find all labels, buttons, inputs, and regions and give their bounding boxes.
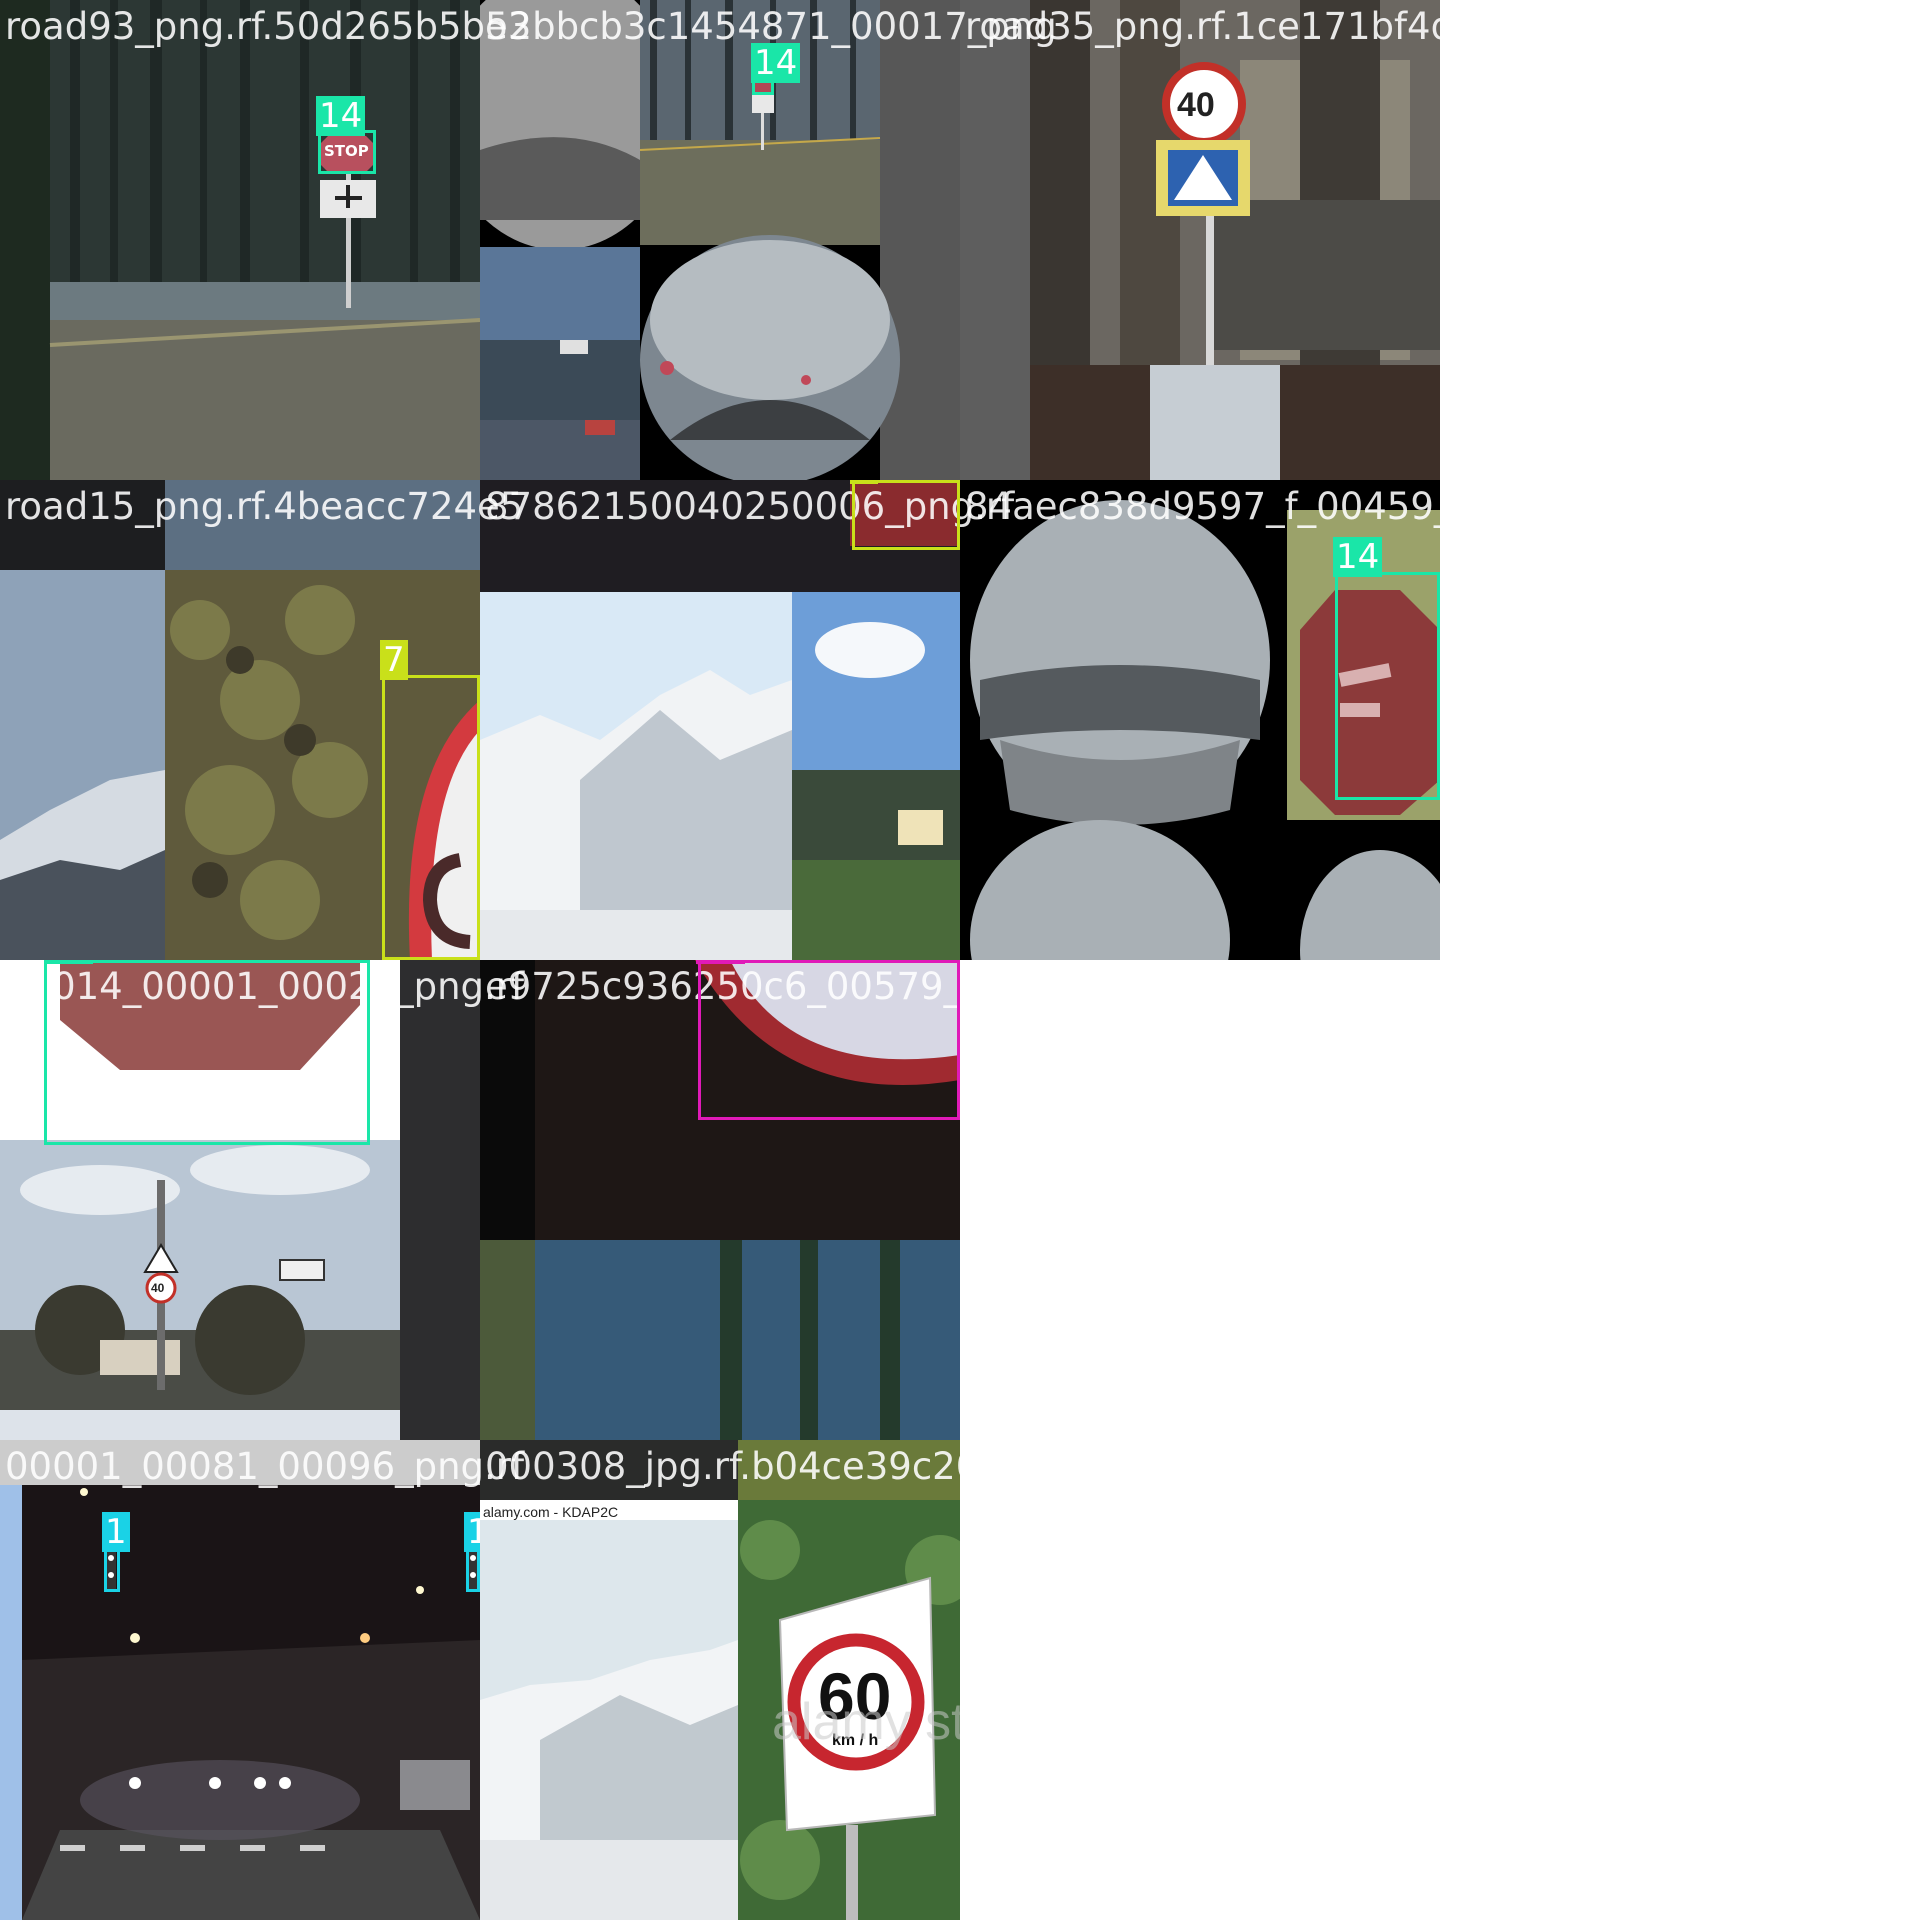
detection-class-tag: 7 <box>850 480 878 484</box>
tile-filename-label: 000308_jpg.rf.b04ce39c20d070ec930778296 <box>485 1445 1329 1488</box>
tile-filename-label: 84aec838d9597_f_00459_png.rf.b605e69dbf7 <box>965 485 1820 528</box>
tile-filename-label: road35_png.rf.1ce171bf4d2f92696204e25c9 <box>965 5 1793 48</box>
detection-class-tag: 14 <box>44 960 94 964</box>
mosaic-tile: 1 1 <box>0 1440 480 1920</box>
mosaic-tile: 40 <box>960 0 1440 480</box>
mosaic-tile: alamy.com - KDAP2C 60 km / h alamy sto <box>480 1440 960 1920</box>
mosaic-tile: STOP 14 <box>0 0 480 480</box>
mosaic-tile: 40 14 <box>0 960 480 1440</box>
detection-box <box>1335 572 1440 800</box>
tile-photo <box>480 480 960 960</box>
detection-box <box>466 1548 480 1592</box>
speed-limit-number: 40 <box>151 1281 165 1295</box>
speed-limit-number: 40 <box>1177 86 1215 124</box>
detection-box <box>852 480 960 550</box>
tile-filename-label: 00001_00081_00096_png.rf <box>5 1445 525 1488</box>
detection-class-tag: 11 <box>696 960 746 964</box>
detection-class-tag: 14 <box>316 96 366 136</box>
tile-photo <box>480 0 960 480</box>
detection-box <box>698 960 960 1120</box>
detection-class-tag: 1 <box>102 1512 130 1552</box>
tile-photo <box>0 0 480 480</box>
mosaic-tile: 7 <box>0 480 480 960</box>
mosaic-tile: 11 <box>480 960 960 1440</box>
detection-box <box>318 130 376 174</box>
tile-filename-label: road93_png.rf.50d265b5be3 <box>5 5 532 48</box>
mosaic-tile: 14 <box>960 480 1440 960</box>
tile-photo <box>960 0 1440 480</box>
detection-class-tag: 7 <box>380 640 408 680</box>
mosaic-grid: STOP 14 14 40 7 14 40 1 1 alamy.com - KD… <box>0 0 1920 1920</box>
detection-box <box>382 675 480 960</box>
detection-box <box>104 1548 120 1592</box>
detection-class-tag: 14 <box>1333 537 1383 577</box>
image-watermark-caption: alamy.com - KDAP2C <box>483 1504 619 1520</box>
detection-class-tag: 14 <box>751 43 801 83</box>
tile-filename-label: road15_png.rf.4beacc724e5 <box>5 485 524 528</box>
mosaic-tile: 14 <box>480 0 960 480</box>
detection-class-tag: 1 <box>464 1512 480 1552</box>
detection-box <box>44 960 370 1145</box>
tile-photo <box>0 1440 480 1920</box>
image-watermark-overlay: alamy sto <box>772 1693 960 1751</box>
mosaic-tile: 7 <box>480 480 960 960</box>
